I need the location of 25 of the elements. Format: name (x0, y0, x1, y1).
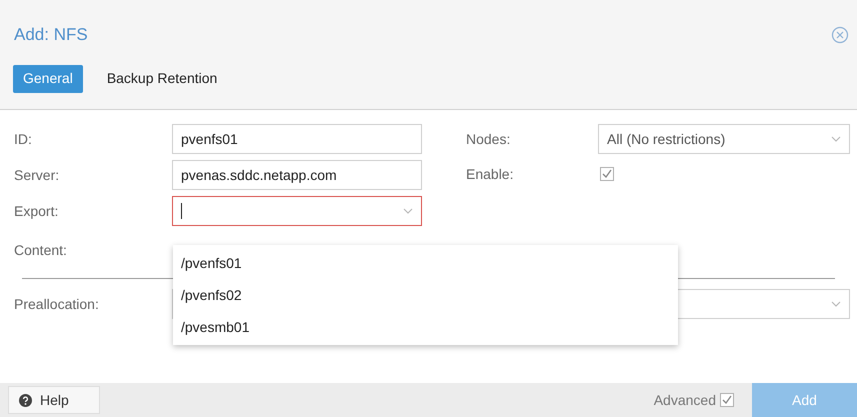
dropdown-item[interactable]: /pvenfs01 (173, 247, 678, 279)
dropdown-item[interactable]: /pvesmb01 (173, 311, 678, 343)
input-field[interactable]: pvenfs01 (172, 124, 422, 154)
combo-field[interactable] (172, 196, 422, 226)
input-field[interactable]: pvenas.sddc.netapp.com (172, 160, 422, 190)
checkbox[interactable] (600, 167, 614, 181)
close-icon[interactable] (831, 26, 849, 44)
field-label: ID: (14, 130, 33, 148)
field-label: Export: (14, 202, 60, 221)
advanced-label: Advanced (654, 390, 716, 410)
field-label: Preallocation: (14, 294, 100, 314)
window-title: Add: NFS (14, 24, 88, 46)
chevron-down-icon (831, 136, 841, 142)
help-button[interactable]: Help (8, 386, 100, 414)
tab[interactable]: Backup Retention (96, 64, 228, 92)
chevron-down-icon (403, 208, 413, 214)
field-label: Nodes: (466, 130, 512, 148)
dropdown-item[interactable]: /pvenfs02 (173, 279, 678, 311)
field-label: Content: (14, 240, 68, 260)
field-label: Enable: (466, 164, 514, 184)
checkbox[interactable] (720, 393, 734, 407)
combo-field[interactable]: All (No restrictions) (598, 124, 850, 154)
field-label: Server: (14, 166, 60, 184)
chevron-down-icon (831, 301, 841, 307)
help-icon (19, 394, 32, 406)
